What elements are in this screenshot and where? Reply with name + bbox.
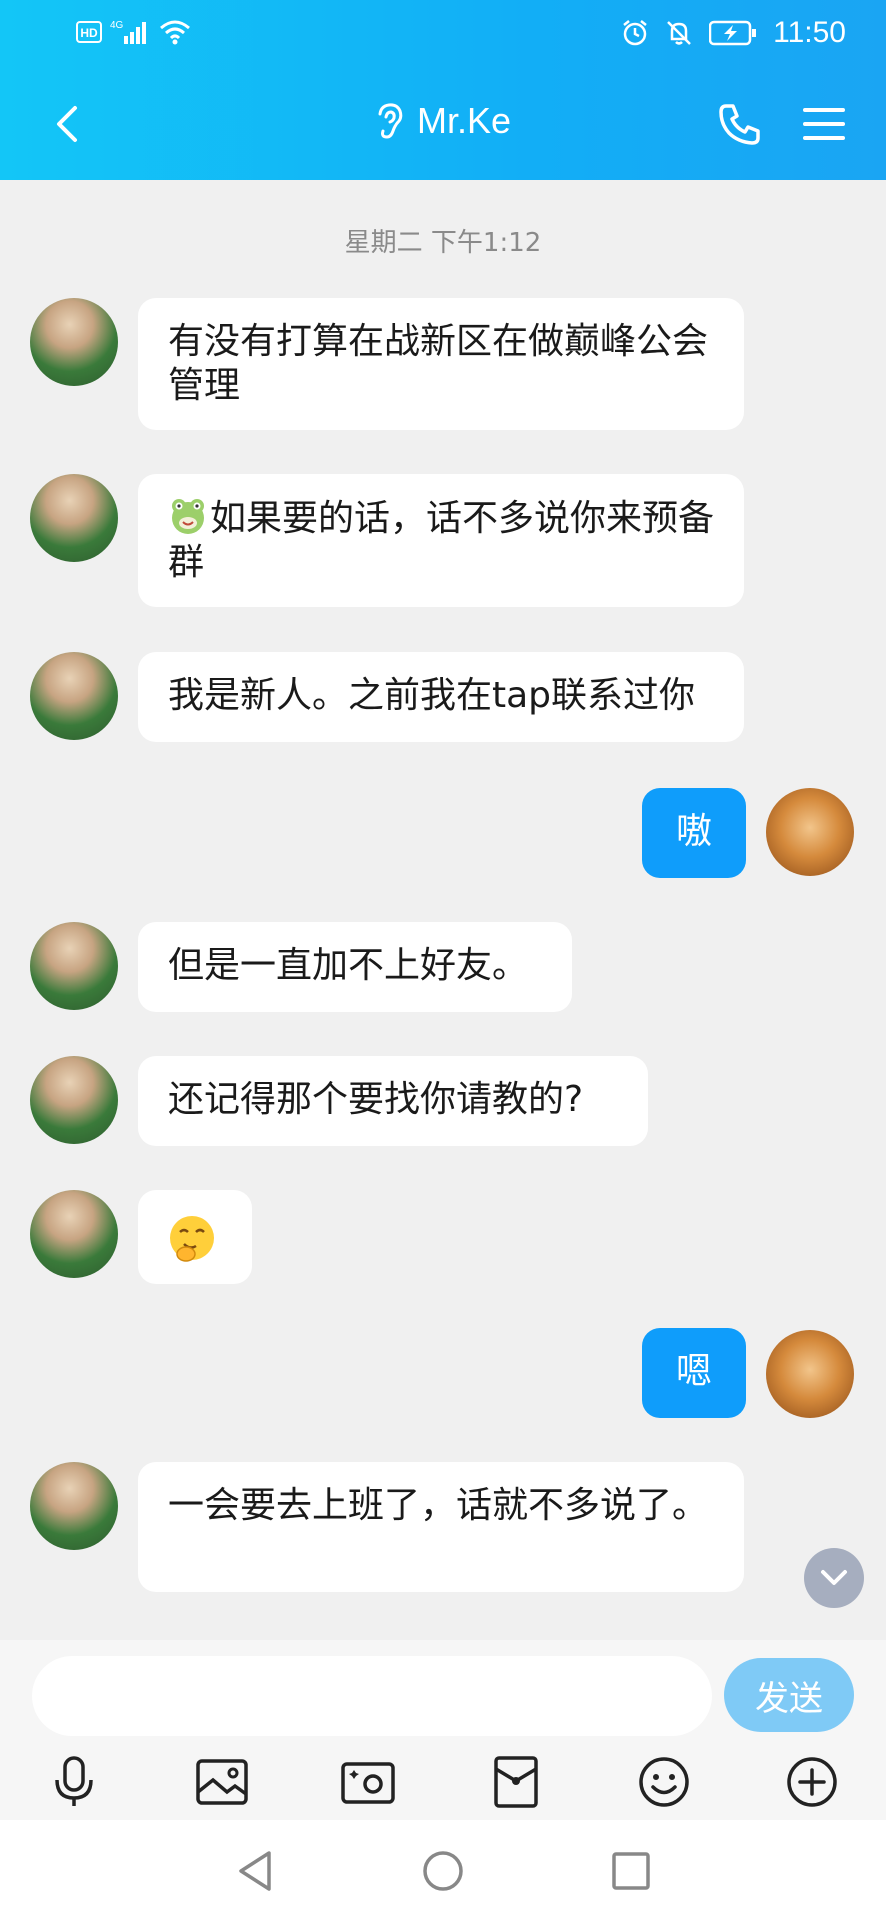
message-text: 一会要去上班了，话就不多说了。 xyxy=(168,1485,709,1526)
plus-icon xyxy=(787,1757,837,1807)
message-bubble[interactable]: 有没有打算在战新区在做巅峰公会管理 xyxy=(138,298,744,430)
message-bubble[interactable]: 嗷 xyxy=(642,788,746,878)
chat-area[interactable]: 星期二 下午1:12 有没有打算在战新区在做巅峰公会管理 如果要的话，话不多说你… xyxy=(0,180,886,1640)
status-left: HD 4G xyxy=(76,18,192,46)
message-text: 嗷 xyxy=(675,811,712,852)
contact-avatar[interactable] xyxy=(30,652,118,740)
home-circle-icon xyxy=(423,1851,463,1891)
red-packet-icon xyxy=(494,1756,538,1808)
recents-square-icon xyxy=(612,1852,650,1890)
message-bubble[interactable]: 但是一直加不上好友。 xyxy=(138,922,572,1012)
contact-avatar[interactable] xyxy=(30,922,118,1010)
phone-icon xyxy=(719,104,760,145)
message-text: 还记得那个要找你请教的? xyxy=(168,1079,584,1120)
status-time: 11:50 xyxy=(773,16,846,49)
camera-button[interactable] xyxy=(336,1750,400,1814)
svg-text:HD: HD xyxy=(80,26,98,40)
back-triangle-icon xyxy=(239,1851,271,1891)
message-bubble[interactable] xyxy=(138,1190,252,1284)
voice-button[interactable] xyxy=(42,1750,106,1814)
4g-signal-icon: 4G xyxy=(110,20,146,44)
contact-avatar[interactable] xyxy=(30,298,118,386)
microphone-icon xyxy=(55,1756,93,1806)
alarm-icon xyxy=(623,20,647,46)
message-text: 有没有打算在战新区在做巅峰公会管理 xyxy=(168,321,709,406)
wifi-icon xyxy=(160,20,190,45)
chevron-down-icon xyxy=(821,1570,847,1585)
nav-bar: Mr.Ke xyxy=(0,70,886,180)
composer: 发送 xyxy=(0,1640,886,1820)
svg-text:4G: 4G xyxy=(110,20,124,31)
system-home-button[interactable] xyxy=(418,1846,468,1896)
contact-avatar[interactable] xyxy=(30,1190,118,1278)
mute-icon xyxy=(667,21,692,45)
send-button[interactable]: 发送 xyxy=(724,1658,854,1732)
message-bubble[interactable]: 如果要的话，话不多说你来预备群 xyxy=(138,474,744,607)
status-bar: HD 4G 11:50 xyxy=(0,0,886,70)
system-navigation-bar xyxy=(0,1820,886,1920)
menu-icon xyxy=(803,108,845,140)
message-text: 但是一直加不上好友。 xyxy=(168,945,529,986)
my-avatar[interactable] xyxy=(766,788,854,876)
message-bubble[interactable]: 还记得那个要找你请教的? xyxy=(138,1056,648,1146)
shy-laugh-emoji-icon xyxy=(170,1216,214,1262)
contact-avatar[interactable] xyxy=(30,474,118,562)
image-button[interactable] xyxy=(190,1750,254,1814)
emoji-icon xyxy=(639,1757,689,1807)
ear-icon xyxy=(378,103,403,139)
more-button[interactable] xyxy=(780,1750,844,1814)
message-bubble[interactable]: 一会要去上班了，话就不多说了。 xyxy=(138,1462,744,1592)
red-packet-button[interactable] xyxy=(484,1750,548,1814)
contact-avatar[interactable] xyxy=(30,1056,118,1144)
message-input[interactable] xyxy=(32,1656,712,1736)
menu-button[interactable] xyxy=(798,98,850,150)
image-icon xyxy=(196,1759,248,1805)
my-avatar[interactable] xyxy=(766,1330,854,1418)
contact-name: Mr.Ke xyxy=(416,100,512,141)
composer-toolbar xyxy=(0,1744,886,1820)
emoji-button[interactable] xyxy=(632,1750,696,1814)
call-button[interactable] xyxy=(714,98,766,150)
scroll-to-bottom-button[interactable] xyxy=(804,1548,864,1608)
camera-icon xyxy=(341,1762,395,1804)
message-text: 我是新人。之前我在tap联系过你 xyxy=(168,675,696,716)
message-text: 嗯 xyxy=(675,1351,712,1392)
system-back-button[interactable] xyxy=(230,1846,280,1896)
message-bubble[interactable]: 我是新人。之前我在tap联系过你 xyxy=(138,652,744,742)
status-right: 11:50 xyxy=(621,16,846,50)
message-bubble[interactable]: 嗯 xyxy=(642,1328,746,1418)
frog-emoji-icon xyxy=(172,499,204,534)
chat-header: HD 4G 11:50 Mr.Ke xyxy=(0,0,886,180)
message-timestamp: 星期二 下午1:12 xyxy=(344,228,542,258)
message-text: 如果要的话，话不多说你来预备群 xyxy=(168,498,715,583)
battery-charging-icon xyxy=(709,20,757,46)
hd-icon: HD xyxy=(76,21,102,43)
system-recents-button[interactable] xyxy=(606,1846,656,1896)
contact-avatar[interactable] xyxy=(30,1462,118,1550)
